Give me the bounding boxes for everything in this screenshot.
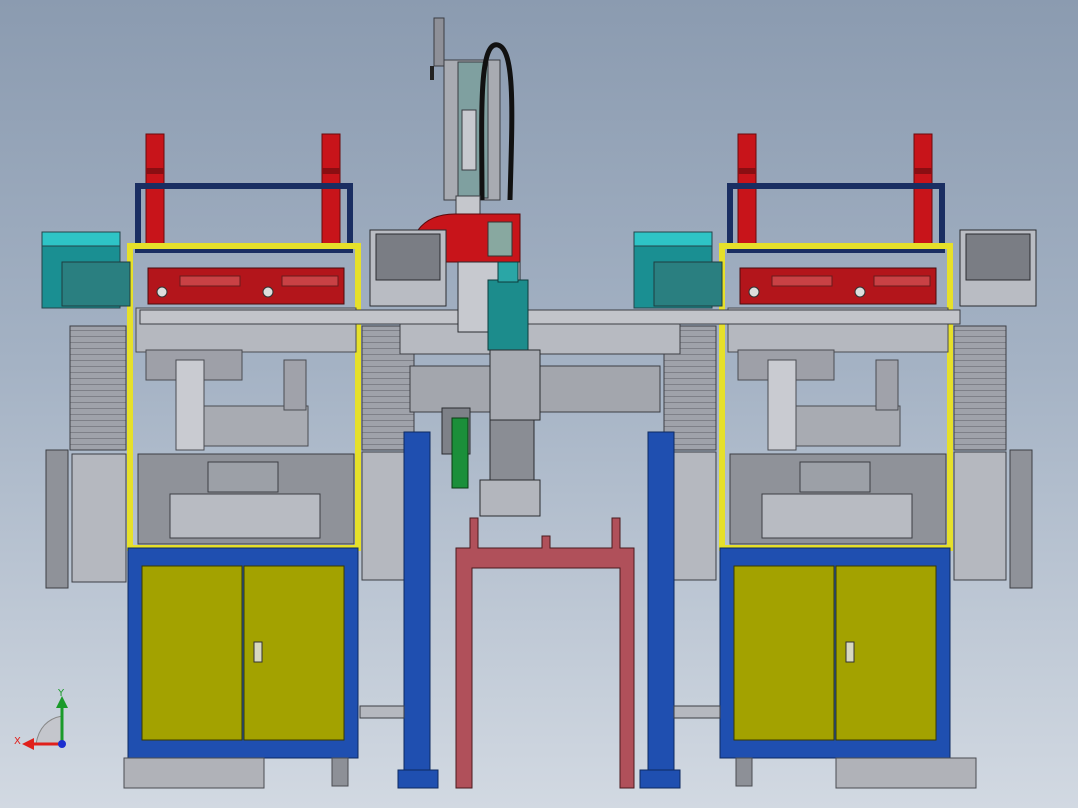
y-axis-label: Y [57, 688, 65, 699]
axis-triad: Y X [14, 688, 68, 750]
z-axis-column [430, 17, 515, 219]
transfer-frame [455, 517, 635, 789]
x-axis-label: X [14, 736, 21, 747]
left-station [41, 133, 447, 789]
right-station [633, 133, 1037, 789]
z-axis-dot [58, 740, 66, 748]
assembly-drawing: Y X [14, 17, 1037, 789]
